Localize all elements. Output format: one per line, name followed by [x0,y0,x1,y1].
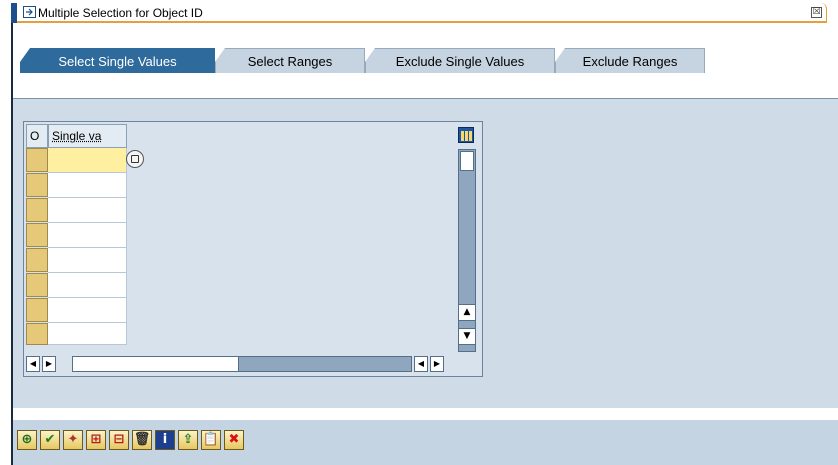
tab-panel: O Single va ▲ ▼ ◀ ▶ ◀ ▶ [13,98,838,408]
horizontal-scrollbar[interactable] [72,356,412,372]
single-value-input[interactable] [48,298,127,323]
paste-icon[interactable]: 📋 [201,430,221,450]
tab-select-single-values[interactable]: Select Single Values [20,48,215,73]
scroll-left-icon[interactable]: ◀ [414,356,428,372]
column-header-option[interactable]: O [26,124,48,148]
scroll-right-icon[interactable]: ▶ [430,356,444,372]
upload-icon[interactable]: ⇪ [178,430,198,450]
copy-check-icon[interactable]: ✔ [40,430,60,450]
values-table: O Single va ▲ ▼ ◀ ▶ ◀ ▶ [23,121,483,377]
import-icon[interactable]: ✦ [63,430,83,450]
single-value-input[interactable] [48,323,127,345]
footer-toolbar: ⊕ ✔ ✦ ⊞ ⊟ 🗑 i ⇪ 📋 ✖ [13,420,838,465]
scroll-right-icon[interactable]: ▶ [42,356,56,372]
row-selector[interactable] [26,248,48,272]
insert-line-icon[interactable]: ⊞ [86,430,106,450]
delete-all-icon[interactable]: 🗑 [132,430,152,450]
tab-exclude-single-values[interactable]: Exclude Single Values [365,48,555,73]
multiple-selection-dialog: Multiple Selection for Object ID ☒ Selec… [0,0,838,465]
row-selector[interactable] [26,148,48,172]
horizontal-scroll-thumb[interactable] [73,357,239,371]
dialog-title: Multiple Selection for Object ID [38,6,203,20]
single-value-input[interactable] [48,198,127,223]
vertical-scrollbar[interactable] [458,149,476,352]
window-icon [23,6,36,18]
tab-exclude-ranges[interactable]: Exclude Ranges [555,48,705,73]
value-help-icon[interactable] [126,150,144,168]
single-value-input[interactable] [48,173,127,198]
table-settings-icon[interactable] [458,127,474,143]
delete-line-icon[interactable]: ⊟ [109,430,129,450]
close-icon[interactable]: ☒ [811,7,822,18]
row-selector[interactable] [26,323,48,345]
execute-icon[interactable]: ⊕ [17,430,37,450]
row-selector[interactable] [26,223,48,247]
single-value-input[interactable] [48,223,127,248]
column-header-single-value-label: Single va [52,129,102,143]
help-icon[interactable]: i [155,430,175,450]
single-value-input[interactable] [48,248,127,273]
row-selector[interactable] [26,173,48,197]
single-value-input[interactable] [48,148,127,173]
titlebar-accent [11,3,17,23]
dialog-titlebar: Multiple Selection for Object ID ☒ [11,3,827,23]
row-selector[interactable] [26,298,48,322]
scroll-down-icon[interactable]: ▼ [458,328,476,345]
column-header-single-value[interactable]: Single va [48,124,127,148]
row-selector[interactable] [26,273,48,297]
vertical-scroll-thumb[interactable] [460,151,474,171]
row-selector[interactable] [26,198,48,222]
single-value-input[interactable] [48,273,127,298]
tab-select-ranges[interactable]: Select Ranges [215,48,365,73]
cancel-icon[interactable]: ✖ [224,430,244,450]
scroll-up-icon[interactable]: ▲ [458,304,476,321]
scroll-left-icon[interactable]: ◀ [26,356,40,372]
